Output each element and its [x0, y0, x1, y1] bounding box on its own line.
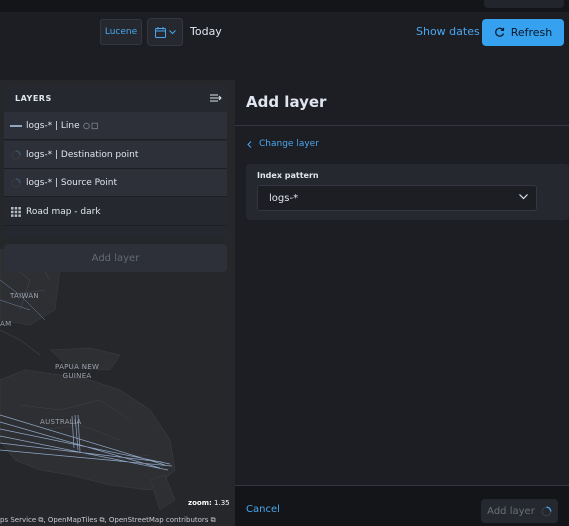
grid-icon [9, 206, 23, 217]
map-label-papua: PAPUA NEW GUINEA [55, 363, 99, 381]
loading-icon [9, 149, 23, 160]
layer-row-source[interactable]: logs-* | Source Point [4, 169, 227, 197]
flyout-divider [235, 125, 569, 126]
zoom-indicator: zoom: 1.35 [188, 499, 230, 507]
index-pattern-label: Index pattern [257, 171, 319, 180]
layers-title: LAYERS [15, 94, 52, 103]
refresh-icon [494, 27, 504, 37]
layer-name: logs-* | Destination point [26, 149, 139, 160]
refresh-label: Refresh [510, 26, 553, 39]
flyout-footer: Cancel Add layer [235, 485, 569, 526]
layer-row-basemap[interactable]: Road map - dark [4, 198, 227, 226]
add-layer-label: Add layer [487, 505, 535, 517]
add-layer-button-disabled[interactable]: Add layer [4, 244, 227, 272]
layer-row-destination[interactable]: logs-* | Destination point [4, 141, 227, 169]
index-pattern-value: logs-* [269, 192, 299, 204]
loading-icon [541, 506, 552, 516]
change-layer-link[interactable]: Change layer [247, 139, 319, 149]
index-pattern-card: Index pattern logs-* [246, 164, 569, 220]
refresh-button[interactable]: Refresh [482, 19, 564, 46]
show-dates-link[interactable]: Show dates [416, 25, 480, 38]
change-layer-label: Change layer [259, 139, 319, 149]
layer-row-line[interactable]: logs-* | Line [4, 112, 227, 140]
top-header-strip [0, 0, 569, 12]
query-language-button[interactable]: Lucene [100, 19, 142, 45]
calendar-icon [154, 26, 166, 38]
loading-icon [9, 177, 23, 188]
map-label-taiwan: TAIWAN [10, 292, 39, 300]
add-layer-button[interactable]: Add layer [481, 499, 558, 523]
map-label-am: AM [0, 320, 12, 328]
zoom-label: zoom: [188, 499, 212, 507]
index-pattern-select[interactable]: logs-* [257, 185, 537, 211]
line-icon [9, 124, 23, 128]
flyout-title: Add layer [246, 93, 327, 111]
layer-control-panel: LAYERS logs-* | Line logs-* | Destinatio… [4, 86, 227, 238]
map-label-papua-line2: GUINEA [62, 372, 92, 380]
chevron-left-icon [247, 140, 252, 148]
add-layer-flyout: Add layer Change layer Index pattern log… [235, 80, 569, 526]
date-picker-button[interactable] [147, 18, 183, 46]
collapse-panel-icon[interactable] [210, 93, 222, 103]
layer-status-icons [82, 122, 98, 129]
date-range-value[interactable]: Today [190, 25, 222, 38]
query-bar: Lucene Today Show dates Refresh [0, 12, 569, 54]
chevron-down-icon [168, 29, 176, 34]
layer-name: Road map - dark [26, 206, 101, 217]
chevron-down-icon [519, 194, 528, 200]
toolbar-spacer [0, 54, 569, 80]
cancel-button[interactable]: Cancel [246, 504, 280, 515]
map-label-papua-line1: PAPUA NEW [55, 363, 100, 371]
zoom-value: 1.35 [214, 499, 230, 507]
map-label-australia: AUSTRALIA [40, 418, 82, 426]
header-button-partial[interactable] [484, 0, 564, 8]
maps-app: Lucene Today Show dates Refresh TAIWAN A… [0, 0, 569, 526]
map-attribution[interactable]: ps Service ⧉, OpenMapTiles ⧉, OpenStreet… [0, 516, 216, 525]
layer-name: logs-* | Source Point [26, 177, 118, 188]
layer-name: logs-* | Line [26, 120, 80, 131]
